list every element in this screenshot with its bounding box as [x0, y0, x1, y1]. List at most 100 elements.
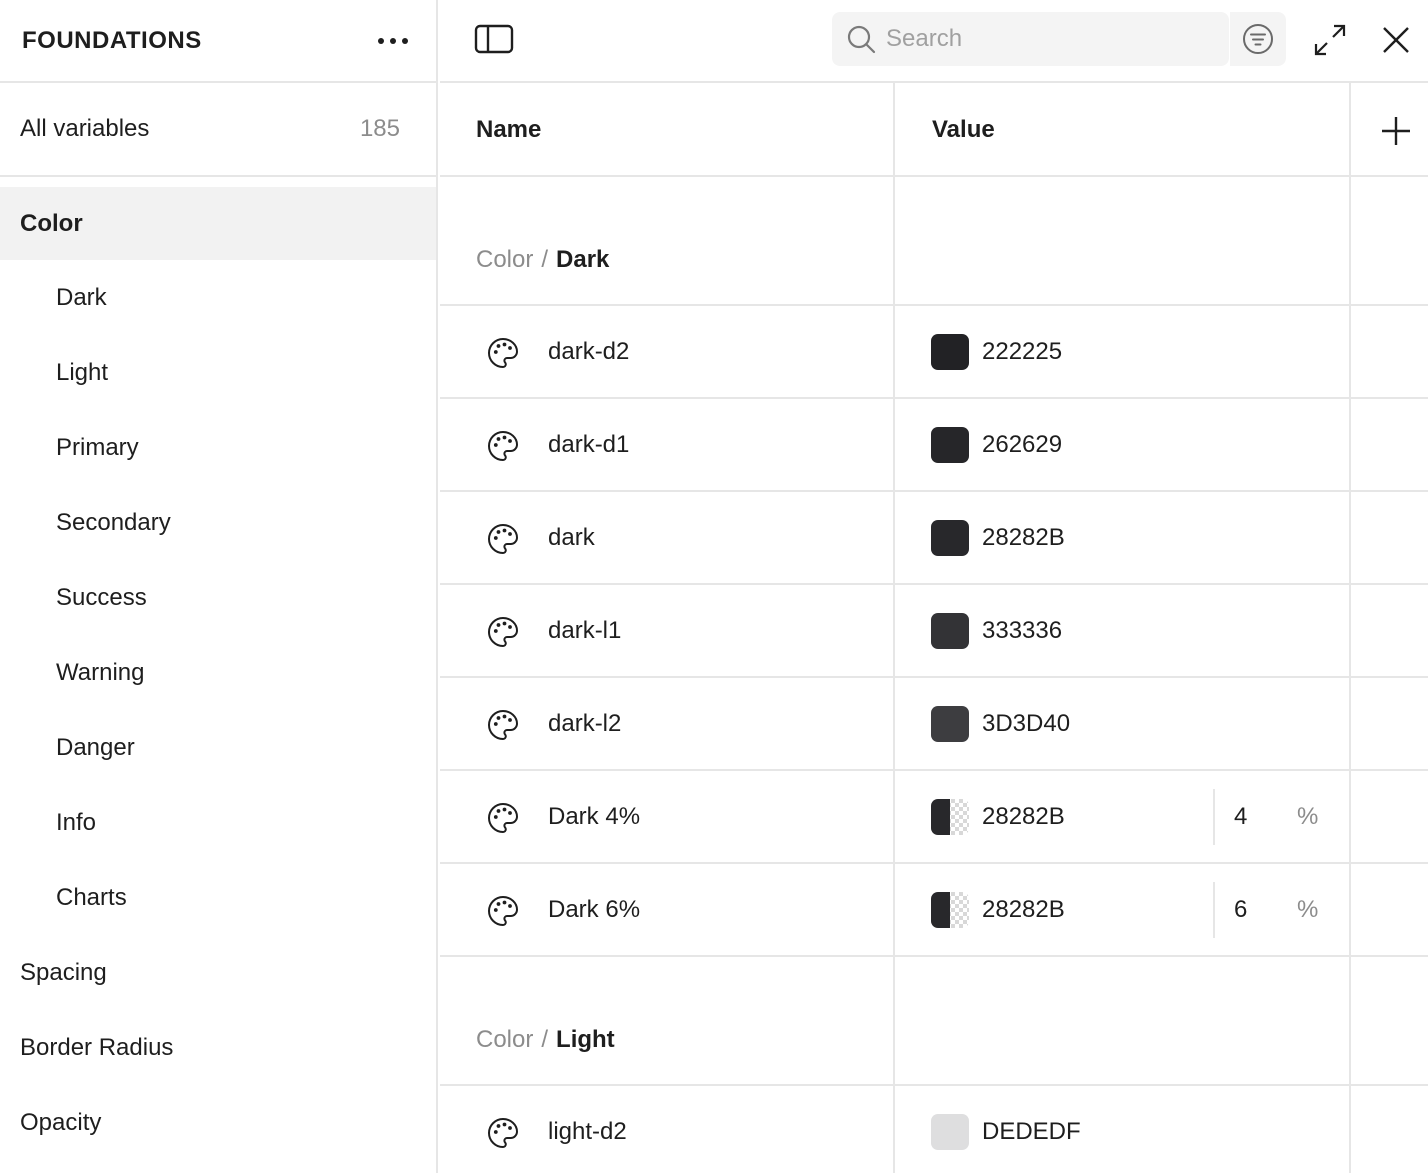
- sidebar-item-success[interactable]: Success: [0, 560, 436, 635]
- variable-rows: dark-d2 222225 dark-d1 262629 dark 28282…: [440, 306, 1428, 957]
- group-path: Color: [476, 246, 534, 273]
- sidebar-header: FOUNDATIONS: [0, 0, 436, 83]
- sidebar-item-primary[interactable]: Primary: [0, 410, 436, 485]
- sidebar-item-label: Secondary: [56, 508, 171, 536]
- hex-value[interactable]: 262629: [982, 399, 1062, 490]
- add-mode-icon[interactable]: [1378, 113, 1414, 149]
- sidebar-item-charts[interactable]: Charts: [0, 860, 436, 935]
- opacity-divider: [1213, 789, 1215, 845]
- sidebar-item-label: Light: [56, 358, 109, 386]
- variable-row[interactable]: dark 28282B: [440, 492, 1428, 585]
- palette-icon: [487, 337, 519, 369]
- variable-name: dark-d2: [548, 337, 630, 365]
- sidebar-item-label: Warning: [56, 658, 145, 686]
- sidebar-item-label: Danger: [56, 733, 135, 761]
- sidebar-item-dark[interactable]: Dark: [0, 260, 436, 335]
- hex-value[interactable]: 222225: [982, 306, 1062, 397]
- color-swatch[interactable]: [931, 706, 969, 742]
- palette-icon: [487, 523, 519, 555]
- variable-row[interactable]: Dark 6% 28282B 6%: [440, 864, 1428, 957]
- search-input[interactable]: [886, 25, 1206, 53]
- opacity-unit: %: [1297, 802, 1319, 830]
- variable-name: Dark 6%: [548, 895, 641, 923]
- sidebar-item-opacity[interactable]: Opacity: [0, 1085, 436, 1160]
- all-variables-item[interactable]: All variables 185: [0, 83, 436, 177]
- variable-row[interactable]: light-d2 DEDEDF: [440, 1086, 1428, 1173]
- group-name: Dark: [556, 246, 610, 273]
- group-title: Color / Light: [440, 957, 1428, 1086]
- variable-row[interactable]: Dark 4% 28282B 4%: [440, 771, 1428, 864]
- variable-row[interactable]: dark-l1 333336: [440, 585, 1428, 678]
- hex-value[interactable]: 3D3D40: [982, 678, 1070, 769]
- more-options-icon[interactable]: [372, 30, 414, 52]
- sidebar-item-label: Success: [56, 583, 147, 611]
- sidebar-item-label: Border Radius: [20, 1033, 174, 1061]
- all-variables-label: All variables: [20, 115, 150, 142]
- sidebar-item-danger[interactable]: Danger: [0, 710, 436, 785]
- sidebar-item-light[interactable]: Light: [0, 335, 436, 410]
- sidebar-item-label: Color: [20, 209, 83, 237]
- sidebar-item-label: Charts: [56, 883, 127, 911]
- search-icon: [847, 25, 876, 54]
- color-swatch[interactable]: [931, 892, 969, 928]
- sidebar: FOUNDATIONS All variables 185 Color Dark…: [0, 0, 438, 1173]
- sidebar-item-spacing[interactable]: Spacing: [0, 935, 436, 1010]
- variable-name: dark-l2: [548, 709, 622, 737]
- palette-icon: [487, 430, 519, 462]
- palette-icon: [487, 709, 519, 741]
- variable-row[interactable]: dark-d2 222225: [440, 306, 1428, 399]
- toolbar: [440, 0, 1428, 83]
- color-swatch[interactable]: [931, 427, 969, 463]
- sidebar-item-color[interactable]: Color: [0, 187, 436, 260]
- opacity-divider: [1213, 882, 1215, 938]
- palette-icon: [487, 616, 519, 648]
- sidebar-group-list: Color Dark Light Primary Secondary Succe…: [0, 177, 436, 1160]
- color-swatch[interactable]: [931, 613, 969, 649]
- hex-value[interactable]: 28282B: [982, 771, 1065, 862]
- sidebar-item-label: Dark: [56, 283, 107, 311]
- palette-icon: [487, 1117, 519, 1149]
- panel-toggle-icon[interactable]: [474, 22, 514, 56]
- close-icon[interactable]: [1378, 22, 1414, 58]
- hex-value[interactable]: 28282B: [982, 864, 1065, 955]
- variable-row[interactable]: dark-l2 3D3D40: [440, 678, 1428, 771]
- search-box: [832, 12, 1229, 66]
- group-title: Color / Dark: [440, 177, 1428, 306]
- sidebar-item-label: Opacity: [20, 1108, 102, 1136]
- filter-button[interactable]: [1230, 12, 1286, 66]
- color-swatch[interactable]: [931, 334, 969, 370]
- group-separator: /: [541, 1026, 549, 1053]
- column-header-name[interactable]: Name: [476, 83, 541, 177]
- hex-value[interactable]: DEDEDF: [982, 1086, 1081, 1173]
- sidebar-item-border-radius[interactable]: Border Radius: [0, 1010, 436, 1085]
- sidebar-item-secondary[interactable]: Secondary: [0, 485, 436, 560]
- sidebar-item-label: Spacing: [20, 958, 107, 986]
- all-variables-count: 185: [359, 115, 400, 142]
- color-swatch[interactable]: [931, 799, 969, 835]
- hex-value[interactable]: 28282B: [982, 492, 1065, 583]
- sidebar-item-label: Info: [56, 808, 97, 836]
- group-name: Light: [556, 1026, 615, 1053]
- palette-icon: [487, 802, 519, 834]
- variable-name: dark-d1: [548, 430, 630, 458]
- sidebar-item-info[interactable]: Info: [0, 785, 436, 860]
- hex-value[interactable]: 333336: [982, 585, 1062, 676]
- color-swatch[interactable]: [931, 1114, 969, 1150]
- expand-icon[interactable]: [1312, 22, 1348, 58]
- opacity-unit: %: [1297, 895, 1319, 923]
- group-separator: /: [541, 246, 549, 273]
- variables-table-panel: Name Value Color / Dark dark-d2 222225: [440, 0, 1428, 1173]
- sidebar-item-label: Primary: [56, 433, 139, 461]
- opacity-input[interactable]: 6: [1234, 864, 1247, 955]
- column-header-value[interactable]: Value: [932, 83, 995, 177]
- opacity-input[interactable]: 4: [1234, 771, 1247, 862]
- collection-title: FOUNDATIONS: [22, 26, 202, 54]
- variable-row[interactable]: dark-d1 262629: [440, 399, 1428, 492]
- group-path: Color: [476, 1026, 534, 1053]
- palette-icon: [487, 895, 519, 927]
- table-header: Name Value: [440, 83, 1428, 177]
- variable-name: dark-l1: [548, 616, 622, 644]
- variable-name: dark: [548, 523, 595, 551]
- sidebar-item-warning[interactable]: Warning: [0, 635, 436, 710]
- color-swatch[interactable]: [931, 520, 969, 556]
